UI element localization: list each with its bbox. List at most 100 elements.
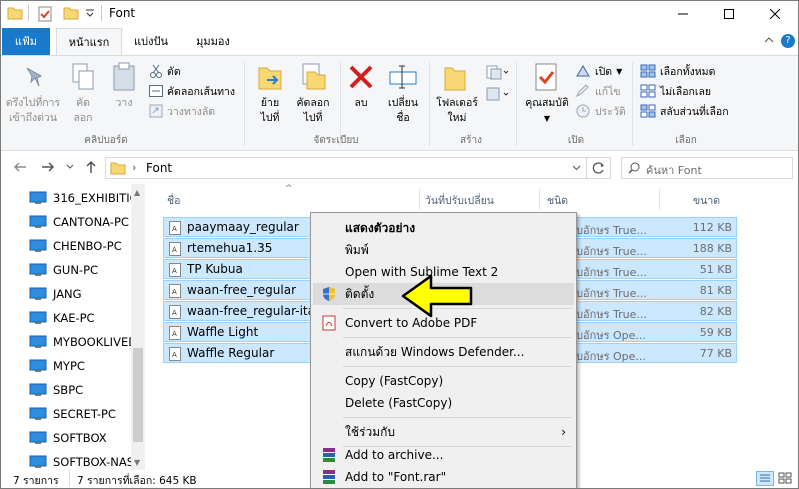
tab-home[interactable]: หน้าแรก — [56, 28, 122, 56]
minimize-button[interactable] — [660, 1, 706, 27]
properties-icon[interactable] — [37, 6, 53, 22]
navigation-scrollbar[interactable]: ▲ ▼ — [131, 184, 145, 470]
new-folder-icon[interactable] — [63, 6, 79, 20]
paste-button[interactable]: วาง — [107, 96, 141, 111]
menu-item-share-with[interactable]: ใช้ร่วมกับ › — [313, 421, 574, 443]
close-button[interactable] — [752, 1, 798, 27]
column-header-name[interactable]: ชื่อ — [167, 192, 180, 209]
font-file-icon: A — [169, 221, 181, 235]
nav-item-network-pc[interactable]: KAE-PC — [29, 308, 95, 328]
copy-path-button[interactable]: คัดลอกเส้นทาง — [149, 82, 235, 100]
divider — [586, 158, 587, 178]
menu-item-copy-fastcopy[interactable]: Copy (FastCopy) — [313, 370, 574, 392]
customize-quick-access-icon[interactable] — [85, 9, 95, 17]
nav-item-network-pc[interactable]: SECRET-PC — [29, 404, 116, 424]
menu-item-defender-scan[interactable]: สแกนด้วย Windows Defender... — [313, 341, 574, 363]
cut-label: ตัด — [167, 65, 181, 78]
properties-label: คุณสมบัติ — [525, 97, 569, 109]
search-icon — [628, 162, 640, 174]
paste-shortcut-icon — [149, 104, 163, 118]
select-none-button[interactable]: ไม่เลือกเลย — [640, 82, 711, 100]
details-view-icon[interactable] — [756, 471, 774, 486]
tab-view[interactable]: มุมมอง — [189, 28, 237, 55]
nav-item-network-pc[interactable]: SBPC — [29, 380, 83, 400]
nav-item-network-pc[interactable]: MYBOOKLIVED — [29, 332, 137, 352]
nav-item-network-pc[interactable]: CHENBO-PC — [29, 236, 122, 256]
scroll-up-icon[interactable]: ▲ — [134, 188, 140, 197]
svg-text:A: A — [172, 288, 177, 296]
history-button[interactable]: ประวัติ — [575, 102, 626, 120]
file-name: waan-free_regular-italic — [187, 304, 329, 318]
file-size: 77 KB — [699, 347, 732, 360]
chevron-up-icon[interactable] — [764, 36, 774, 44]
menu-item-print[interactable]: พิมพ์ — [313, 239, 574, 261]
scroll-down-icon[interactable]: ▼ — [134, 458, 140, 467]
svg-text:A: A — [172, 330, 177, 338]
scrollbar-thumb[interactable] — [133, 348, 143, 442]
file-name: rtemehua1.35 — [187, 241, 273, 255]
easy-access-icon[interactable] — [485, 86, 509, 102]
column-divider[interactable] — [419, 188, 420, 210]
properties-button[interactable]: คุณสมบัติ ▼ — [521, 96, 573, 126]
nav-item-network-pc[interactable]: MYPC — [29, 356, 85, 376]
delete-button[interactable]: ลบ — [349, 96, 373, 111]
search-input[interactable]: ค้นหา Font — [621, 157, 793, 179]
folder-icon — [7, 6, 23, 20]
forward-arrow-icon[interactable] — [41, 161, 55, 173]
large-icons-view-icon[interactable] — [777, 471, 795, 486]
menu-item-add-rar[interactable]: Add to "Font.rar" — [313, 466, 574, 488]
new-folder-button[interactable]: โฟลเดอร์ ใหม่ — [435, 96, 479, 126]
chevron-down-icon[interactable] — [572, 165, 581, 171]
pin-quick-access-button[interactable]: ตรึงไปที่การ เข้าถึงด่วน — [5, 96, 61, 126]
column-header-type[interactable]: ชนิด — [547, 192, 568, 209]
up-arrow-icon[interactable] — [85, 160, 97, 174]
rename-label-1: เปลี่ยน — [387, 97, 419, 109]
paste-shortcut-label: วางทางลัด — [167, 105, 216, 118]
nav-item-network-pc[interactable]: GUN-PC — [29, 260, 98, 280]
nav-item-network-pc[interactable]: CANTONA-PC — [29, 212, 129, 232]
explorer-window: Font แฟ้ม หน้าแรก แบ่งปัน มุมมอง ? ตรึงไ… — [0, 0, 799, 489]
refresh-icon[interactable] — [592, 161, 606, 175]
invert-selection-button[interactable]: สลับส่วนที่เลือก — [640, 102, 729, 120]
new-item-icon[interactable] — [485, 64, 509, 80]
nav-item-network-pc[interactable]: 316_EXHIBITIO — [29, 188, 139, 208]
back-arrow-icon[interactable] — [13, 161, 27, 173]
column-divider[interactable] — [659, 188, 660, 210]
nav-item-network-pc[interactable]: JANG — [29, 284, 82, 304]
select-none-icon — [640, 84, 656, 98]
nav-item-network-pc[interactable]: SOFTBOX-NAS — [29, 452, 134, 470]
menu-item-delete-fastcopy[interactable]: Delete (FastCopy) — [313, 392, 574, 414]
edit-button[interactable]: แก้ไข — [575, 82, 621, 100]
menu-item-add-archive[interactable]: Add to archive... — [313, 444, 574, 466]
breadcrumb-separator-icon[interactable]: › — [132, 161, 136, 174]
nav-item-label: 316_EXHIBITIO — [53, 191, 139, 205]
nav-item-label: GUN-PC — [53, 263, 99, 277]
maximize-button[interactable] — [706, 1, 752, 27]
move-to-button[interactable]: ย้าย ไปที่ — [253, 96, 287, 126]
pin-label-2: เข้าถึงด่วน — [8, 112, 58, 124]
nav-item-network-pc[interactable]: SOFTBOX — [29, 428, 107, 448]
move-to-label-1: ย้าย — [260, 97, 280, 109]
breadcrumb[interactable]: Font — [146, 161, 172, 175]
column-header-size[interactable]: ขนาด — [693, 192, 720, 209]
winrar-icon — [321, 447, 337, 463]
chevron-right-icon: › — [561, 425, 566, 439]
cut-button[interactable]: ตัด — [149, 62, 181, 80]
copy-button[interactable]: คัด ลอก — [65, 96, 101, 126]
tab-share[interactable]: แบ่งปัน — [127, 28, 175, 55]
help-icon[interactable]: ? — [781, 34, 795, 48]
paste-shortcut-button[interactable]: วางทางลัด — [149, 102, 215, 120]
new-folder-label-1: โฟลเดอร์ — [436, 97, 478, 109]
address-field[interactable]: › Font — [105, 157, 611, 179]
select-all-button[interactable]: เลือกทั้งหมด — [640, 62, 715, 80]
open-button[interactable]: เปิด ▼ — [575, 62, 622, 80]
column-header-date[interactable]: วันที่ปรับเปลี่ยน — [425, 192, 494, 209]
copy-to-button[interactable]: คัดลอก ไปที่ — [293, 96, 333, 126]
rename-button[interactable]: เปลี่ยน ชื่อ — [385, 96, 421, 126]
copy-path-label: คัดลอกเส้นทาง — [167, 85, 236, 98]
recent-locations-icon[interactable] — [66, 164, 74, 170]
paste-icon — [112, 62, 136, 92]
column-divider[interactable] — [539, 188, 540, 210]
menu-item-preview[interactable]: แสดงตัวอย่าง — [313, 217, 574, 239]
tab-file[interactable]: แฟ้ม — [2, 28, 50, 55]
